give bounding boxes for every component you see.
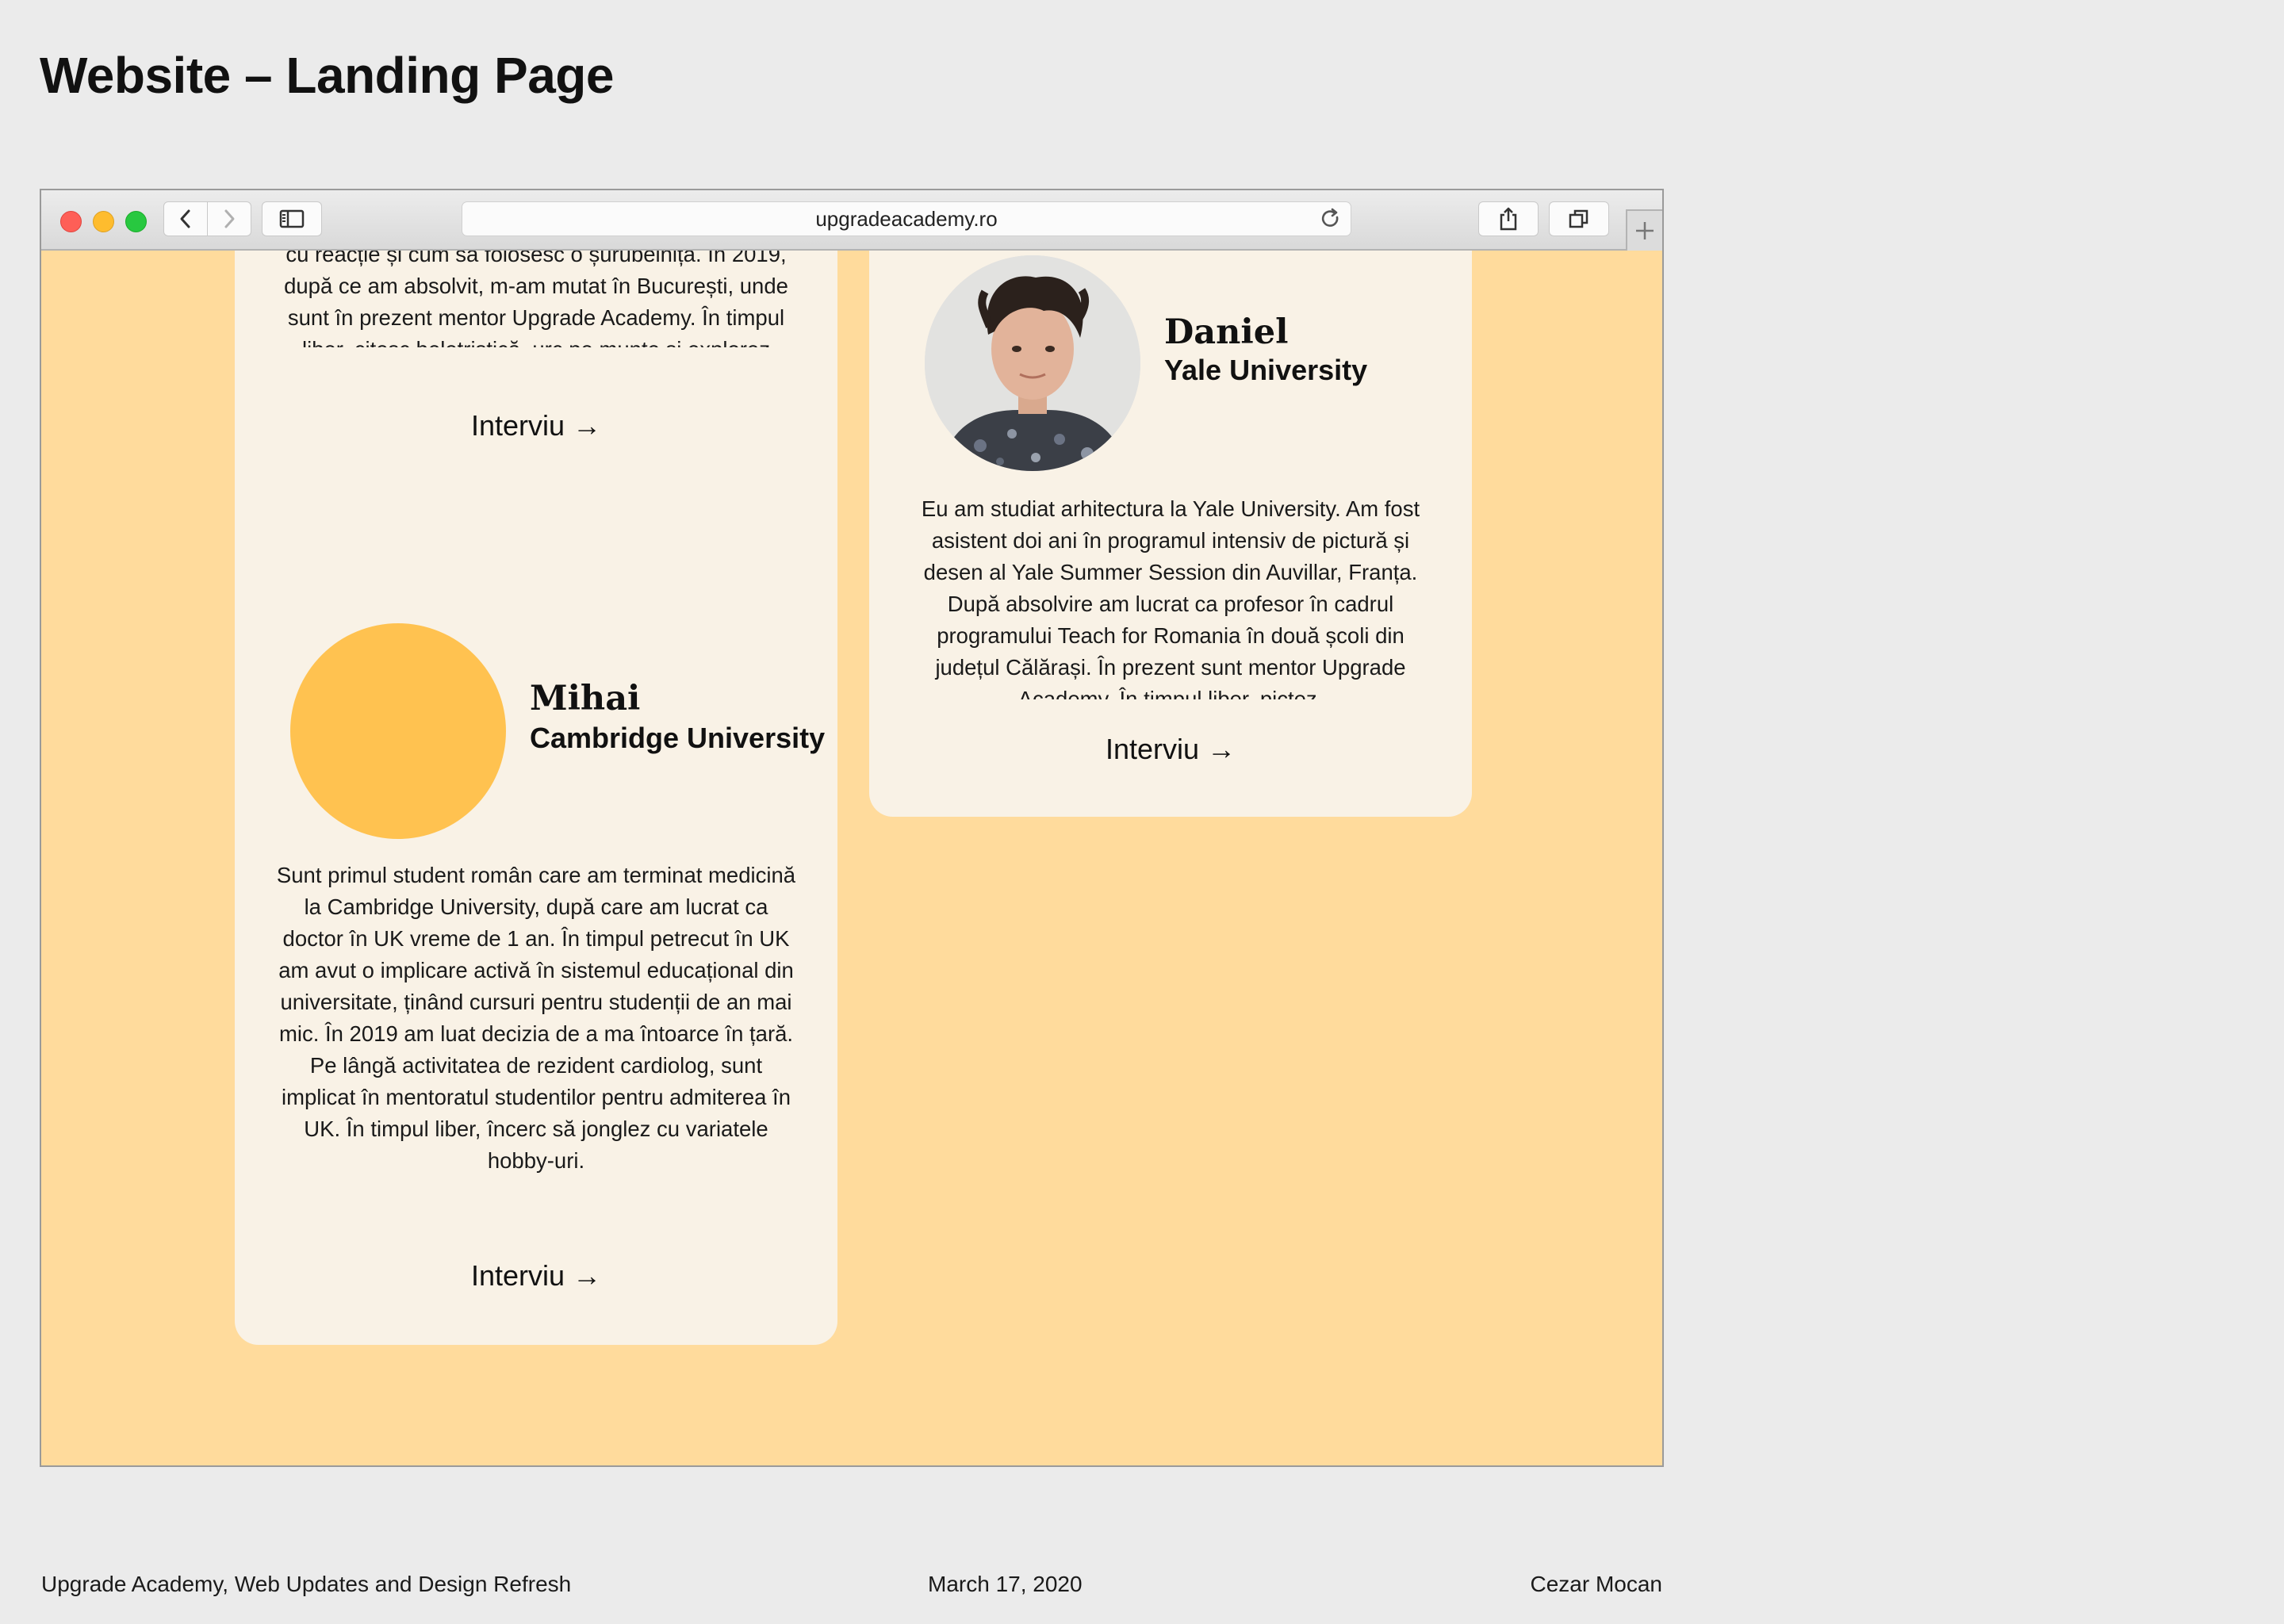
mentor-card-mihai: Mihai Cambridge University Sunt primul s… (235, 584, 837, 1345)
reload-icon[interactable] (1319, 207, 1343, 231)
footer-date: March 17, 2020 (928, 1572, 1083, 1596)
interview-link[interactable]: Interviu → (235, 1259, 837, 1293)
page-viewport: Sunt inginer electric. Am studiat la Pol… (41, 251, 1662, 1465)
browser-toolbar: upgradeacademy.ro (41, 190, 1662, 251)
tabs-icon (1569, 209, 1588, 228)
avatar (290, 623, 506, 839)
mentor-bio: Eu am studiat arhitectura la Yale Univer… (921, 496, 1420, 699)
mentor-bio: Sunt primul student român care am termin… (276, 863, 796, 1173)
close-window-button[interactable] (60, 211, 82, 232)
chevron-right-icon (224, 209, 235, 228)
footer-project: Upgrade Academy, Web Updates and Design … (41, 1572, 572, 1596)
browser-window: upgradeacademy.ro Sunt inginer electric.… (40, 189, 1664, 1467)
plus-icon (1636, 222, 1654, 239)
footer-author: Cezar Mocan (1530, 1572, 1662, 1596)
interview-link[interactable]: Interviu → (235, 409, 837, 442)
minimize-window-button[interactable] (93, 211, 114, 232)
portrait-image (925, 255, 1140, 471)
mentor-university: Cambridge University (530, 722, 826, 754)
forward-button[interactable] (207, 201, 251, 236)
chevron-left-icon (180, 209, 190, 228)
interview-link[interactable]: Interviu → (869, 733, 1472, 766)
share-icon (1500, 207, 1517, 231)
page-title: Website – Landing Page (40, 47, 614, 104)
mentor-bio: Sunt inginer electric. Am studiat la Pol… (284, 251, 788, 347)
new-tab-button[interactable] (1626, 209, 1662, 251)
tab-overview-button[interactable] (1549, 201, 1609, 236)
mentor-name: Mihai (530, 679, 641, 718)
sidebar-icon (279, 209, 305, 228)
url-text: upgradeacademy.ro (815, 206, 998, 231)
address-bar[interactable]: upgradeacademy.ro (462, 201, 1351, 236)
mentor-university: Yale University (1164, 354, 1368, 386)
mentor-card-daniel: Daniel Yale University Eu am studiat arh… (869, 251, 1472, 817)
sidebar-toggle-button[interactable] (262, 201, 322, 236)
mentor-bio-text: Sunt inginer electric. Am studiat la Pol… (279, 251, 793, 347)
avatar (925, 255, 1140, 471)
mentor-name: Daniel (1164, 312, 1289, 352)
back-button[interactable] (163, 201, 208, 236)
zoom-window-button[interactable] (125, 211, 147, 232)
share-button[interactable] (1478, 201, 1539, 236)
